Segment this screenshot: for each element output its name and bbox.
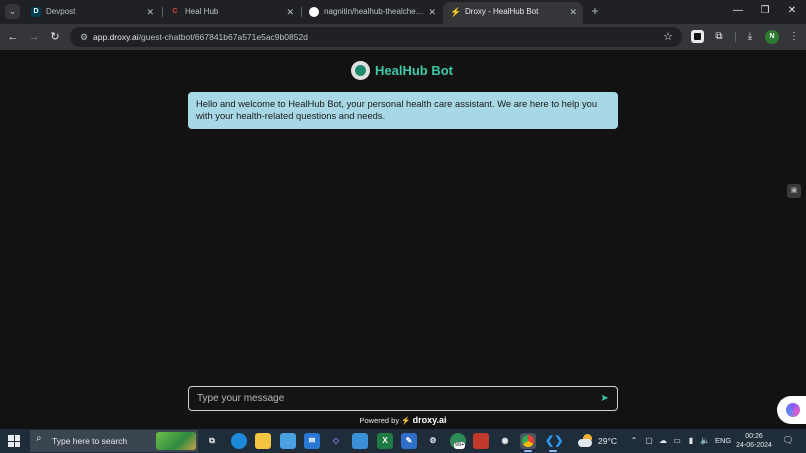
address-bar[interactable]: ⚙ app.droxy.ai/guest-chatbot/667841b67a5… xyxy=(70,27,682,47)
tab-devpost[interactable]: D Devpost ✕ xyxy=(24,2,160,24)
arrow-left-icon: ← xyxy=(7,31,19,43)
snipping-tool-icon[interactable]: ✎ xyxy=(401,433,417,449)
profile-avatar[interactable]: N xyxy=(765,30,779,44)
page-title: HealHub Bot xyxy=(375,63,453,78)
download-icon[interactable]: ⤓ xyxy=(742,29,758,45)
tab-strip: ⌄ D Devpost ✕ C Heal Hub ✕ nagnitin/heal… xyxy=(0,0,806,24)
restore-icon: ❐ xyxy=(760,5,770,16)
new-tab-button[interactable]: + xyxy=(588,4,602,18)
tab-title: Droxy - HealHub Bot xyxy=(465,7,539,16)
tab-title: Devpost xyxy=(46,7,76,16)
chrome-icon[interactable] xyxy=(520,433,536,452)
notification-center-icon[interactable]: 🗨 xyxy=(782,434,794,447)
restore-button[interactable]: ❐ xyxy=(755,3,775,19)
remote-desktop-icon[interactable] xyxy=(352,433,368,449)
minimize-icon: — xyxy=(733,5,743,16)
side-widget-icon[interactable]: ▣ xyxy=(787,184,801,198)
cloud-icon[interactable]: ☁ xyxy=(657,433,669,449)
close-icon[interactable]: ✕ xyxy=(146,2,154,22)
powered-by-label: Powered by xyxy=(359,416,400,425)
bot-welcome-message: Hello and welcome to HealHub Bot, your p… xyxy=(188,92,618,129)
excel-icon[interactable]: X xyxy=(377,433,393,449)
reload-button[interactable]: ↻ xyxy=(47,29,63,45)
tab-droxy-healhub[interactable]: ⚡ Droxy - HealHub Bot ✕ xyxy=(443,2,583,24)
minimize-button[interactable]: — xyxy=(728,3,748,19)
weather-icon[interactable] xyxy=(578,433,594,449)
display-icon[interactable]: ▭ xyxy=(671,433,683,449)
game-controller-icon[interactable]: ◉ xyxy=(497,433,513,449)
droxy-icon: ⚡ xyxy=(450,7,462,17)
forward-button[interactable]: → xyxy=(26,29,42,45)
notification-count-badge: 99+ xyxy=(454,442,466,449)
droxy-brand-link[interactable]: droxy.ai xyxy=(413,415,447,425)
battery-icon[interactable]: ▮ xyxy=(685,433,697,449)
search-highlight-image xyxy=(156,432,196,450)
tab-title: Heal Hub xyxy=(185,7,219,16)
powered-by-footer: Powered by ⚡ droxy.ai xyxy=(0,414,806,427)
taskbar-search-placeholder: Type here to search xyxy=(52,436,128,446)
windows-start-icon[interactable] xyxy=(8,435,20,447)
menu-kebab-icon[interactable]: ⋮ xyxy=(786,29,802,45)
settings-gear-icon[interactable]: ⚙ xyxy=(425,433,441,449)
clock-time: 00:26 xyxy=(745,433,763,440)
dev-app-icon[interactable]: ◇ xyxy=(328,433,344,449)
extensions-puzzle-icon[interactable]: ⧉ xyxy=(711,29,727,45)
plus-icon: + xyxy=(591,4,599,18)
floating-assistant-button[interactable] xyxy=(777,396,806,424)
file-explorer-icon[interactable] xyxy=(255,433,271,449)
tab-heal-hub[interactable]: C Heal Hub ✕ xyxy=(163,2,300,24)
tab-search-button[interactable]: ⌄ xyxy=(5,4,20,19)
arrow-right-icon: → xyxy=(28,31,40,43)
task-view-icon[interactable]: ⧉ xyxy=(204,433,220,449)
extension-icon[interactable] xyxy=(691,30,704,43)
windows-taskbar: ⌕ Type here to search ⧉ ✉ ◇ X ✎ ⚙ 99+ ◉ … xyxy=(0,429,806,453)
app-icon[interactable] xyxy=(473,433,489,449)
tab-title: nagnitin/healhub-thealchemists xyxy=(324,7,424,16)
close-window-button[interactable]: ✕ xyxy=(782,3,802,19)
close-icon[interactable]: ✕ xyxy=(428,2,436,22)
url-text[interactable]: app.droxy.ai/guest-chatbot/667841b67a571… xyxy=(93,27,308,47)
taskbar-search-box[interactable]: ⌕ Type here to search xyxy=(30,430,198,452)
search-icon: ⌕ xyxy=(36,433,42,444)
reload-icon: ↻ xyxy=(50,31,60,43)
vscode-icon[interactable]: ❮❯ xyxy=(545,433,563,452)
language-indicator[interactable]: ENG xyxy=(715,429,731,453)
toolbar-divider xyxy=(735,32,736,42)
clock[interactable]: 00:26 24-06-2024 xyxy=(734,432,774,450)
message-input[interactable] xyxy=(197,390,587,407)
close-icon[interactable]: ✕ xyxy=(286,2,294,22)
github-icon xyxy=(309,7,319,17)
mail-icon[interactable]: ✉ xyxy=(304,433,320,449)
edge-icon[interactable] xyxy=(231,433,247,449)
droxy-bolt-icon: ⚡ xyxy=(401,416,411,425)
chatbot-page: HealHub Bot Hello and welcome to HealHub… xyxy=(0,50,806,429)
send-icon[interactable]: ➤ xyxy=(598,392,611,405)
store-icon[interactable] xyxy=(280,433,296,449)
tab-github[interactable]: nagnitin/healhub-thealchemists ✕ xyxy=(302,2,442,24)
chat-header: HealHub Bot xyxy=(0,60,806,82)
close-icon: ✕ xyxy=(787,5,797,16)
browser-toolbar: ← → ↻ ⚙ app.droxy.ai/guest-chatbot/66784… xyxy=(0,24,806,50)
temperature[interactable]: 29°C xyxy=(598,429,617,453)
healhub-logo-icon xyxy=(351,61,370,80)
healhub-favicon-icon: C xyxy=(172,8,178,15)
bookmark-star-icon[interactable]: ☆ xyxy=(660,29,676,45)
speaker-icon[interactable]: 🔈 xyxy=(699,433,711,449)
tray-app-icon[interactable]: ▢ xyxy=(643,433,655,449)
back-button[interactable]: ← xyxy=(5,29,21,45)
show-hidden-icons-icon[interactable]: ⌃ xyxy=(628,433,640,449)
devpost-favicon-icon: D xyxy=(31,7,41,17)
site-info-icon[interactable]: ⚙ xyxy=(77,30,91,44)
chevron-down-icon: ⌄ xyxy=(8,6,17,16)
message-input-container: ➤ xyxy=(188,386,618,411)
close-icon[interactable]: ✕ xyxy=(569,2,577,22)
clock-date: 24-06-2024 xyxy=(736,442,772,449)
